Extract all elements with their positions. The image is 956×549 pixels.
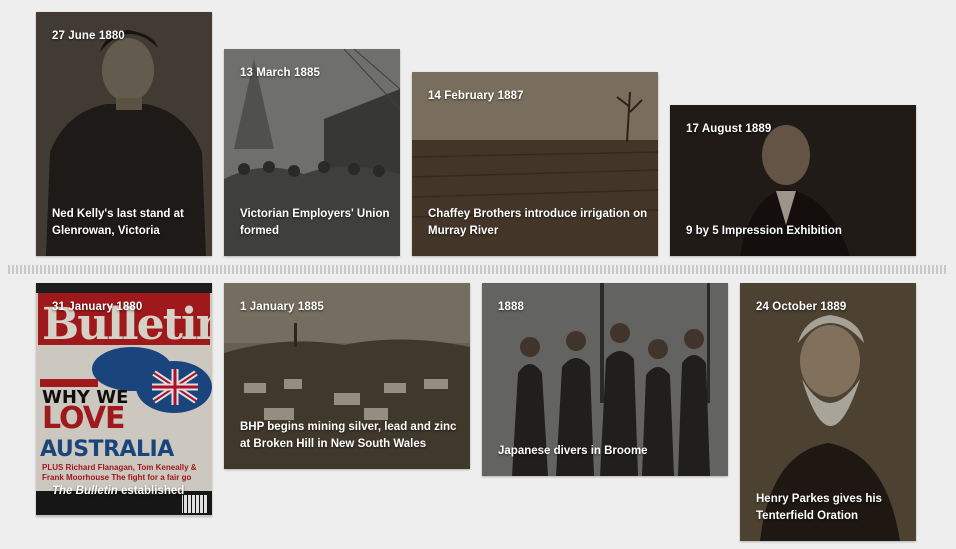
event-date: 14 February 1887	[428, 90, 524, 102]
event-caption: Ned Kelly's last stand at Glenrowan, Vic…	[52, 208, 184, 237]
event-caption: Chaffey Brothers introduce irrigation on…	[428, 208, 648, 237]
event-card-bulletin-established[interactable]: Bulletin WHY WE LOVE AUSTRALIA PLUS Rich…	[36, 283, 212, 516]
event-card-chaffey-irrigation[interactable]: 14 February 1887 Chaffey Brothers introd…	[412, 72, 658, 256]
event-card-employers-union[interactable]: 13 March 1885 Victorian Employers' Union…	[224, 49, 400, 256]
event-caption: Japanese divers in Broome	[498, 445, 648, 457]
event-date: 24 October 1889	[756, 301, 847, 313]
event-date: 1888	[498, 301, 524, 313]
event-caption: 9 by 5 Impression Exhibition	[686, 225, 842, 237]
timeline-divider	[8, 265, 946, 274]
event-date: 31 January 1880	[52, 301, 143, 313]
event-date: 27 June 1880	[52, 30, 125, 42]
image-overlay	[36, 283, 212, 516]
event-caption: Henry Parkes gives his Tenterfield Orati…	[756, 493, 882, 522]
event-card-japanese-divers[interactable]: 1888 Japanese divers in Broome	[482, 283, 728, 476]
event-date: 13 March 1885	[240, 67, 320, 79]
event-caption: Victorian Employers' Union formed	[240, 208, 390, 237]
event-date: 1 January 1885	[240, 301, 324, 313]
event-card-ned-kelly[interactable]: 27 June 1880 Ned Kelly's last stand at G…	[36, 12, 212, 256]
event-card-impression-exhibition[interactable]: 17 August 1889 9 by 5 Impression Exhibit…	[670, 105, 916, 256]
event-caption: BHP begins mining silver, lead and zinc …	[240, 421, 457, 450]
event-caption: The Bulletin established	[52, 485, 185, 497]
event-card-bhp-broken-hill[interactable]: 1 January 1885 BHP begins mining silver,…	[224, 283, 470, 469]
event-card-henry-parkes[interactable]: 24 October 1889 Henry Parkes gives his T…	[740, 283, 916, 541]
event-date: 17 August 1889	[686, 123, 772, 135]
